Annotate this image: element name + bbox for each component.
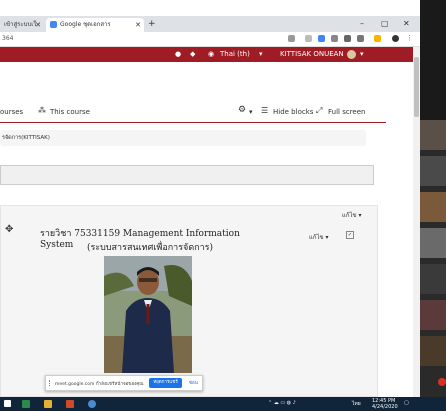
extension-icon[interactable]	[318, 35, 325, 42]
participant-video[interactable]	[420, 264, 446, 294]
avatar[interactable]	[347, 50, 356, 59]
participant-video[interactable]	[420, 300, 446, 330]
breadcrumb-text[interactable]: รจัดการ(KITTISAK)	[2, 134, 50, 142]
move-icon[interactable]: ✥	[5, 224, 13, 235]
participant-video[interactable]	[420, 156, 446, 186]
tab-lms[interactable]: เข้าสู่ระบบเว็บไซต์การเรียน ✕	[0, 18, 44, 32]
participant-video[interactable]	[420, 192, 446, 222]
start-button[interactable]	[4, 400, 11, 407]
clock-date[interactable]: 4/24/2020	[372, 404, 398, 410]
full-screen-link[interactable]: Full screen	[328, 108, 365, 116]
minimize-button[interactable]: –	[360, 18, 364, 30]
hide-button[interactable]: ซ่อน	[189, 379, 198, 386]
divider	[0, 122, 386, 123]
docs-icon	[50, 21, 57, 28]
browser-titlebar: เข้าสู่ระบบเว็บไซต์การเรียน ✕ Google ชุด…	[0, 16, 420, 32]
extension-icon[interactable]	[344, 35, 351, 42]
extension-icon[interactable]	[374, 35, 381, 42]
breadcrumb: รจัดการ(KITTISAK)	[0, 130, 366, 146]
edit-menu[interactable]: แก้ไข ▾	[309, 232, 329, 242]
address-bar[interactable]: 364 ⋮	[0, 32, 420, 47]
chevron-down-icon: ▾	[259, 50, 263, 58]
user-menu[interactable]: KITTISAK ONUEAN	[280, 47, 344, 62]
maximize-button[interactable]: ▢	[381, 18, 389, 30]
expand-icon: ⤢	[316, 106, 323, 115]
globe-icon[interactable]: ◉	[208, 47, 214, 62]
screen-share-bar: meet.google.com กำลังแชร์หน้าจอของคุณ หย…	[45, 375, 203, 391]
sitemap-icon: ⁂	[38, 106, 46, 115]
end-call-icon[interactable]	[438, 378, 446, 386]
participant-video[interactable]	[420, 336, 446, 366]
checkbox[interactable]: ✓	[346, 231, 354, 239]
language-menu[interactable]: Thai (th)	[220, 47, 250, 62]
person-image	[104, 256, 192, 373]
edit-menu[interactable]: แก้ไข ▾	[342, 210, 362, 220]
close-tab-icon[interactable]: ✕	[35, 18, 41, 32]
bell-icon[interactable]: ●	[175, 47, 181, 62]
chrome-icon[interactable]	[88, 400, 96, 408]
profile-avatar[interactable]	[392, 35, 399, 42]
tab-label: Google ชุดเอกสาร	[60, 21, 111, 28]
star-icon[interactable]	[288, 35, 295, 42]
tray-icons[interactable]: ⌃ ☁ ▭ ◍ ♪	[268, 400, 296, 406]
url-text[interactable]: 364	[2, 32, 13, 46]
folder-icon[interactable]	[44, 400, 52, 408]
list-icon: ☰	[261, 106, 269, 115]
video-participants-panel	[420, 120, 446, 397]
language-indicator[interactable]: ไทย	[352, 400, 361, 408]
close-window-button[interactable]: ✕	[403, 18, 410, 30]
my-courses-link[interactable]: ourses	[0, 108, 23, 116]
browser-window: เข้าสู่ระบบเว็บไซต์การเรียน ✕ Google ชุด…	[0, 0, 420, 397]
stop-sharing-button[interactable]: หยุดการแชร์	[149, 378, 182, 388]
this-course-link[interactable]: This course	[50, 108, 90, 116]
menu-icon[interactable]: ⋮	[406, 35, 413, 42]
tab-google-docs[interactable]: Google ชุดเอกสาร ✕	[46, 18, 144, 32]
drag-handle-icon[interactable]	[49, 380, 53, 386]
app-icon[interactable]	[66, 400, 74, 408]
windows-taskbar: ⌃ ☁ ▭ ◍ ♪ ไทย 12:45 PM 4/24/2020 ▢	[0, 397, 446, 411]
chevron-down-icon: ▾	[360, 50, 364, 58]
hide-blocks-link[interactable]: Hide blocks	[273, 108, 313, 116]
gear-icon[interactable]: ⚙	[238, 105, 246, 115]
share-message: meet.google.com กำลังแชร์หน้าจอของคุณ	[55, 382, 144, 387]
extension-icon[interactable]	[331, 35, 338, 42]
page-scrollbar[interactable]	[413, 47, 420, 397]
course-navbar: ourses ⁂ This course ⚙ ▾ ☰ Hide blocks ⤢…	[0, 105, 413, 121]
extension-icon[interactable]	[305, 35, 312, 42]
instructor-photo	[104, 256, 192, 373]
site-top-navbar: ● ◆ ◉ Thai (th) ▾ KITTISAK ONUEAN ▾	[0, 47, 413, 62]
chevron-down-icon: ▾	[249, 108, 253, 116]
notification-icon[interactable]: ▢	[404, 400, 409, 406]
tab-label: เข้าสู่ระบบเว็บไซต์การเรียน	[4, 21, 36, 28]
participant-video[interactable]	[420, 228, 446, 258]
new-tab-button[interactable]: +	[148, 18, 156, 30]
participant-video[interactable]	[420, 120, 446, 150]
course-subtitle: (ระบบสารสนเทศเพื่อการจัดการ)	[86, 243, 214, 253]
app-icon[interactable]	[22, 400, 30, 408]
extension-icon[interactable]	[357, 35, 364, 42]
course-header-box	[0, 165, 374, 185]
chat-icon[interactable]: ◆	[190, 47, 195, 62]
close-tab-icon[interactable]: ✕	[135, 18, 141, 32]
scrollbar-thumb[interactable]	[414, 57, 419, 117]
